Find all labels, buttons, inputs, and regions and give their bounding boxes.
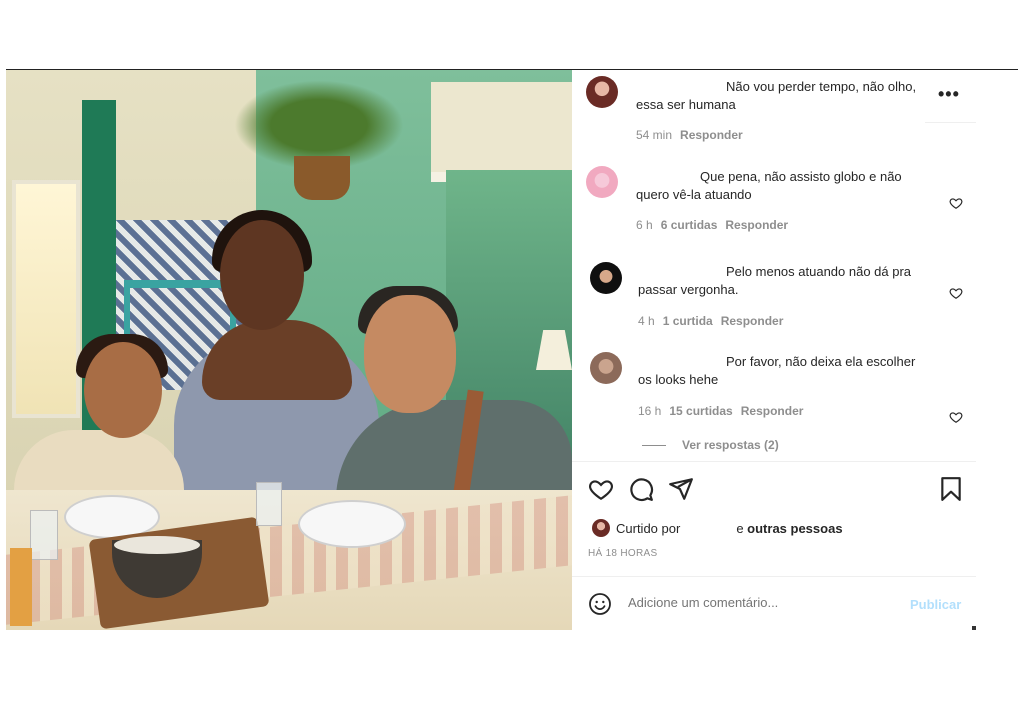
divider [925,122,976,123]
heart-icon[interactable] [949,196,963,210]
comment-like-count[interactable]: 6 curtidas [661,218,718,232]
view-replies-button[interactable]: Ver respostas (2) [642,438,779,452]
replies-dash [642,445,666,447]
commenter-avatar[interactable] [586,166,618,198]
reply-button[interactable]: Responder [725,218,788,232]
comment-text: Que pena, não assisto globo e não quero … [636,169,902,202]
commenter-avatar[interactable] [586,76,618,108]
comment-meta: 4 h 1 curtida Responder [638,314,783,328]
liked-by-suffix: e [736,521,744,536]
comment-meta: 54 min Responder [636,128,743,142]
comment-like-count[interactable]: 1 curtida [663,314,713,328]
photo-window [12,180,80,418]
photo-candle [10,548,32,626]
heart-icon[interactable] [588,476,614,502]
liked-by-prefix: Curtido por [616,521,681,536]
photo-arch [431,82,572,182]
comment-time[interactable]: 4 h [638,314,655,328]
liker-avatar[interactable] [592,519,610,537]
reply-button[interactable]: Responder [721,314,784,328]
comment-input[interactable] [628,595,878,610]
photo-plant-pot [294,156,350,200]
comment-text: Por favor, não deixa ela escolher os loo… [638,354,916,387]
photo-plate [298,500,406,548]
photo-glass [30,510,58,560]
divider [572,461,976,462]
share-icon[interactable] [668,476,694,502]
reply-button[interactable]: Responder [680,128,743,142]
photo-man-face [364,295,456,413]
likes-others-link[interactable]: outras pessoas [747,521,842,536]
photo-bowl-contents [114,536,200,554]
more-options-icon[interactable]: ••• [938,84,960,105]
publish-button[interactable]: Publicar [910,597,961,612]
post-timestamp[interactable]: HÁ 18 HORAS [588,548,657,559]
emoji-icon[interactable] [588,592,612,616]
comment-text: Não vou perder tempo, não olho, essa ser… [636,79,917,112]
comment-meta: 16 h 15 curtidas Responder [638,404,803,418]
post-side-panel: Não vou perder tempo, não olho, essa ser… [572,70,976,630]
likes-summary[interactable]: Curtido por e outras pessoas [616,521,843,536]
comment-text: Pelo menos atuando não dá pra passar ver… [638,264,912,297]
photo-boy-face [84,342,162,438]
post-photo[interactable] [6,70,572,630]
divider [572,576,976,577]
comment-meta: 6 h 6 curtidas Responder [636,218,788,232]
reply-button[interactable]: Responder [741,404,804,418]
comment-like-count[interactable]: 15 curtidas [669,404,732,418]
comment-time[interactable]: 54 min [636,128,672,142]
commenter-avatar[interactable] [590,352,622,384]
photo-glass [256,482,282,526]
commenter-avatar[interactable] [590,262,622,294]
bookmark-icon[interactable] [938,476,964,502]
comment-icon[interactable] [628,476,654,502]
comment-time[interactable]: 16 h [638,404,661,418]
view-replies-label: Ver respostas (2) [682,438,779,452]
corner-mark [972,626,976,630]
comment-time[interactable]: 6 h [636,218,653,232]
photo-woman-face [220,220,304,330]
heart-icon[interactable] [949,410,963,424]
heart-icon[interactable] [949,286,963,300]
